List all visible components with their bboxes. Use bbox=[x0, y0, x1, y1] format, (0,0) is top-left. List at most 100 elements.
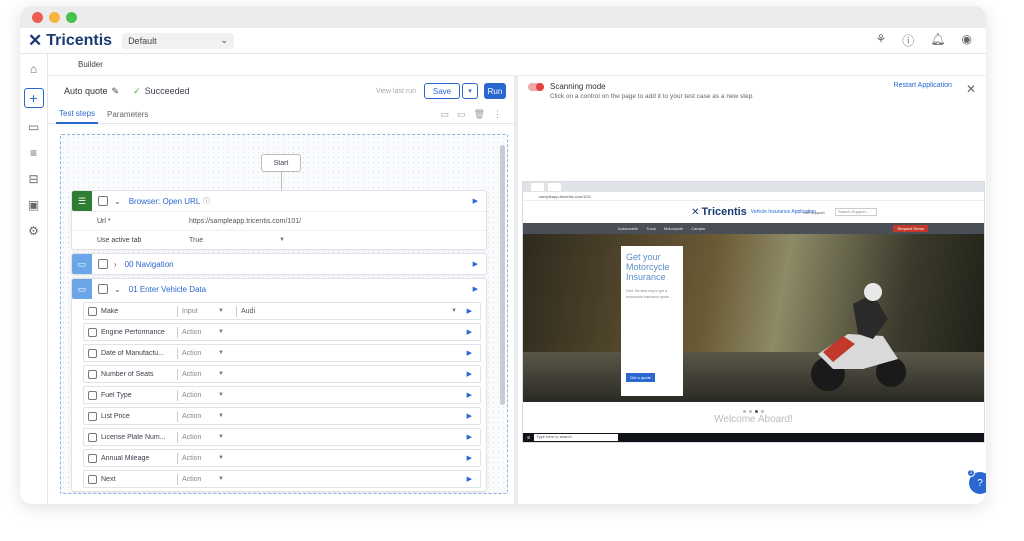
block-header[interactable]: ▭ › 00 Navigation ▶ bbox=[72, 254, 486, 274]
user-icon[interactable]: ◉ bbox=[962, 32, 972, 49]
site-search-input[interactable]: Search Support... bbox=[835, 208, 877, 216]
request-demo-button[interactable]: Request Demo bbox=[893, 225, 929, 232]
support-link[interactable]: Get Support bbox=[803, 210, 825, 215]
save-dropdown-button[interactable]: ▾ bbox=[462, 83, 478, 99]
tab-test-steps[interactable]: Test steps bbox=[56, 105, 99, 124]
action-type-select[interactable]: Action bbox=[182, 350, 218, 357]
block-header[interactable]: ▭ ⌄ 01 Enter Vehicle Data ▶ bbox=[72, 279, 486, 299]
step-row[interactable]: Fuel Type Action ▼ ▶ bbox=[83, 386, 481, 404]
action-type-select[interactable]: Action bbox=[182, 455, 218, 462]
play-icon[interactable]: ▶ bbox=[467, 412, 472, 420]
get-quote-button[interactable]: Get a quote bbox=[626, 373, 655, 382]
step-checkbox[interactable] bbox=[88, 348, 97, 358]
action-type-select[interactable]: Input bbox=[182, 308, 218, 315]
url-input[interactable]: https://sampleapp.tricentis.com/101/ bbox=[189, 218, 369, 225]
windows-icon[interactable]: ⊞ bbox=[527, 435, 530, 440]
step-row[interactable]: Make Input ▼ Audi ▼ ▶ bbox=[83, 302, 481, 320]
testcase-name[interactable]: Auto quote bbox=[64, 86, 108, 96]
play-icon[interactable]: ▶ bbox=[473, 285, 478, 293]
browser-tab[interactable] bbox=[548, 183, 562, 191]
step-checkbox[interactable] bbox=[88, 411, 97, 421]
play-icon[interactable]: ▶ bbox=[473, 197, 478, 205]
step-checkbox[interactable] bbox=[88, 390, 97, 400]
nav-automobile[interactable]: Automobile bbox=[618, 226, 638, 231]
folder-add-icon[interactable]: ▭ bbox=[457, 109, 466, 120]
step-checkbox[interactable] bbox=[98, 284, 108, 294]
step-checkbox[interactable] bbox=[88, 474, 97, 484]
step-row[interactable]: License Plate Num... Action ▼ ▶ bbox=[83, 428, 481, 446]
view-last-run-link[interactable]: View last run bbox=[376, 88, 416, 95]
step-checkbox[interactable] bbox=[88, 453, 97, 463]
play-icon[interactable]: ▶ bbox=[467, 349, 472, 357]
maximize-dot[interactable] bbox=[66, 11, 77, 23]
play-icon[interactable]: ▶ bbox=[467, 370, 472, 378]
action-type-select[interactable]: Action bbox=[182, 434, 218, 441]
step-checkbox[interactable] bbox=[98, 259, 108, 269]
step-value[interactable]: Audi bbox=[241, 308, 451, 315]
trash-icon[interactable]: 🗑︎ bbox=[474, 109, 485, 120]
list-icon[interactable]: ≡ bbox=[30, 146, 37, 160]
home-icon[interactable]: ⌂ bbox=[30, 62, 37, 76]
play-icon[interactable]: ▶ bbox=[467, 328, 472, 336]
chevron-right-icon[interactable]: › bbox=[114, 260, 117, 269]
carousel-dot[interactable] bbox=[743, 409, 746, 413]
monitor-icon[interactable]: ▣ bbox=[28, 198, 39, 212]
step-checkbox[interactable] bbox=[88, 369, 97, 379]
play-icon[interactable]: ▶ bbox=[467, 433, 472, 441]
step-checkbox[interactable] bbox=[98, 196, 108, 206]
chevron-down-icon[interactable]: ⌄ bbox=[114, 285, 121, 294]
bell-icon[interactable]: 🔔︎ bbox=[930, 32, 945, 49]
scrollbar[interactable] bbox=[500, 145, 505, 405]
step-row[interactable]: Date of Manufactu... Action ▼ ▶ bbox=[83, 344, 481, 362]
step-row[interactable]: Next Action ▼ ▶ bbox=[83, 470, 481, 488]
step-row[interactable]: Annual Mileage Action ▼ ▶ bbox=[83, 449, 481, 467]
carousel-dot[interactable] bbox=[761, 409, 764, 413]
help-icon[interactable]: ⓘ bbox=[902, 32, 914, 49]
action-type-select[interactable]: Action bbox=[182, 392, 218, 399]
run-button[interactable]: Run bbox=[484, 83, 506, 99]
nav-truck[interactable]: Truck bbox=[646, 226, 656, 231]
nav-motorcycle[interactable]: Motorcycle bbox=[664, 226, 683, 231]
tab-parameters[interactable]: Parameters bbox=[104, 106, 151, 123]
chevron-down-icon[interactable]: ⌄ bbox=[114, 197, 121, 206]
browser-tab[interactable] bbox=[531, 183, 545, 191]
close-icon[interactable]: ✕ bbox=[966, 82, 976, 96]
help-button[interactable]: ? 1 bbox=[967, 469, 986, 494]
gear-icon[interactable]: ⚙ bbox=[28, 224, 39, 238]
action-type-select[interactable]: Action bbox=[182, 413, 218, 420]
play-icon[interactable]: ▶ bbox=[473, 260, 478, 268]
play-icon[interactable]: ▶ bbox=[467, 475, 472, 483]
play-icon[interactable]: ▶ bbox=[467, 454, 472, 462]
scan-toggle[interactable] bbox=[528, 83, 544, 91]
step-checkbox[interactable] bbox=[88, 327, 97, 337]
step-row[interactable]: Number of Seats Action ▼ ▶ bbox=[83, 365, 481, 383]
book-icon[interactable]: ▭ bbox=[28, 120, 39, 134]
carousel-dot[interactable] bbox=[755, 409, 758, 413]
taskbar-search[interactable]: Type here to search bbox=[534, 434, 619, 441]
action-type-select[interactable]: Action bbox=[182, 476, 218, 483]
suitcase-icon[interactable]: ⊟ bbox=[28, 172, 38, 186]
play-icon[interactable]: ▶ bbox=[467, 391, 472, 399]
action-type-select[interactable]: Action bbox=[182, 329, 218, 336]
step-checkbox[interactable] bbox=[88, 432, 97, 442]
nav-camper[interactable]: Camper bbox=[691, 226, 705, 231]
save-button[interactable]: Save bbox=[424, 83, 460, 99]
step-checkbox[interactable] bbox=[88, 306, 97, 316]
carousel-dot[interactable] bbox=[749, 409, 752, 413]
pencil-icon[interactable]: ✎ bbox=[112, 86, 120, 97]
minimize-dot[interactable] bbox=[49, 11, 60, 23]
block-header[interactable]: ☰ ⌄ Browser: Open URL ⓘ ▶ bbox=[72, 191, 486, 211]
active-tab-select[interactable]: True bbox=[189, 237, 279, 244]
play-icon[interactable]: ▶ bbox=[467, 307, 472, 315]
step-row[interactable]: List Price Action ▼ ▶ bbox=[83, 407, 481, 425]
folder-icon[interactable]: ▭ bbox=[441, 109, 450, 120]
browser-url[interactable]: sampleapp.tricentis.com/101/ bbox=[523, 192, 984, 201]
add-icon[interactable]: + bbox=[23, 88, 44, 108]
step-row[interactable]: Engine Performance Action ▼ ▶ bbox=[83, 323, 481, 341]
sitemap-icon[interactable]: ⚘ bbox=[876, 32, 887, 49]
start-node[interactable]: Start bbox=[261, 154, 301, 172]
close-dot[interactable] bbox=[32, 11, 43, 23]
project-select[interactable]: Default ⌄ bbox=[122, 32, 235, 49]
more-icon[interactable]: ⋮ bbox=[493, 109, 502, 120]
info-icon[interactable]: ⓘ bbox=[203, 196, 210, 206]
